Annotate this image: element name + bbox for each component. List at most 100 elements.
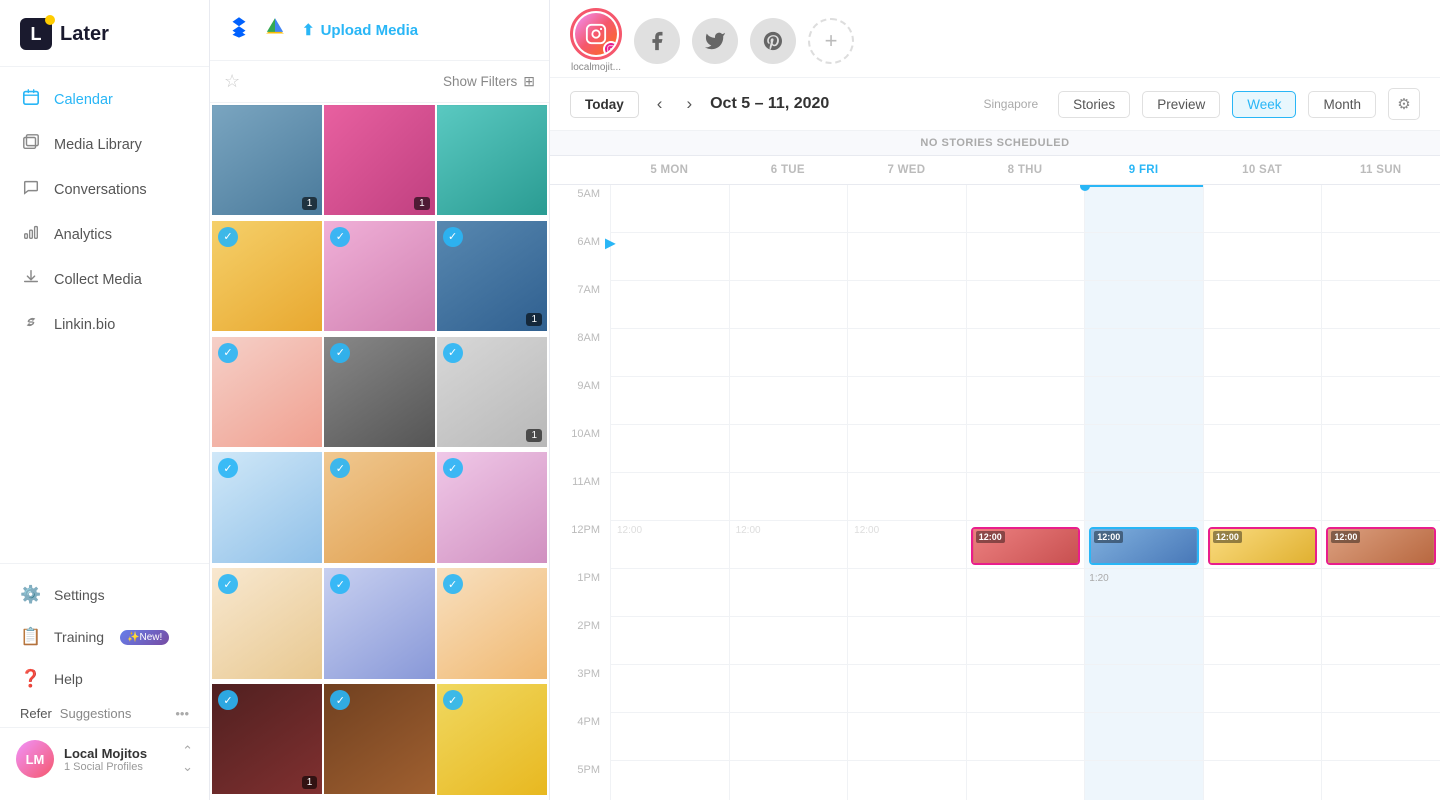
day-cell[interactable] [847,761,966,800]
day-cell[interactable] [1084,425,1203,473]
scheduled-post[interactable]: 12:00 [971,527,1081,565]
media-thumb[interactable] [437,105,547,215]
media-thumb[interactable]: ✓ [324,684,434,794]
day-cell[interactable] [1084,713,1203,761]
day-cell[interactable] [847,713,966,761]
sidebar-item-media-library[interactable]: Media Library [0,122,209,167]
sidebar-item-linkin-bio[interactable]: Linkin.bio [0,302,209,347]
day-cell[interactable] [966,377,1085,425]
day-cell[interactable] [1321,329,1440,377]
week-view-button[interactable]: Week [1232,91,1296,118]
day-cell[interactable] [966,329,1085,377]
day-cell[interactable] [847,569,966,617]
day-cell[interactable] [1203,761,1322,800]
media-thumb[interactable]: ✓ [324,568,434,678]
day-cell[interactable] [729,569,848,617]
day-cell[interactable]: 12:00 [1321,521,1440,569]
day-cell[interactable] [1084,665,1203,713]
show-filters-button[interactable]: Show Filters ⊞ [443,73,535,90]
day-cell[interactable] [1321,761,1440,800]
day-cell[interactable] [729,185,848,233]
day-cell[interactable] [729,377,848,425]
day-cell[interactable]: 12:00 [610,521,729,569]
day-cell[interactable] [966,713,1085,761]
today-button[interactable]: Today [570,91,639,118]
next-week-button[interactable]: › [680,90,698,118]
day-cell[interactable] [1084,473,1203,521]
media-thumb[interactable]: ✓ [212,452,322,562]
media-thumb[interactable]: ✓ [324,452,434,562]
media-thumb[interactable]: ✓ 1 [437,221,547,331]
profile-twitter[interactable] [692,18,738,64]
suggestions-label[interactable]: Suggestions [60,706,132,721]
day-cell[interactable] [610,569,729,617]
add-profile-button[interactable]: + [808,18,854,64]
media-thumb[interactable]: ✓ 1 [437,337,547,447]
day-cell[interactable] [966,473,1085,521]
day-cell[interactable] [1321,185,1440,233]
day-cell[interactable] [1084,233,1203,281]
day-cell[interactable]: 12:00 [1203,521,1322,569]
day-cell[interactable] [729,713,848,761]
profile-instagram[interactable]: localmojit... [570,8,622,73]
day-cell[interactable] [1203,569,1322,617]
scheduled-post[interactable]: 12:00 [1089,527,1199,565]
sidebar-item-analytics[interactable]: Analytics [0,212,209,257]
more-button[interactable]: ••• [175,706,189,721]
day-cell[interactable] [610,185,729,233]
day-cell[interactable] [610,377,729,425]
scheduled-post[interactable]: 12:00 [1326,527,1436,565]
media-thumb[interactable]: ✓ [324,221,434,331]
calendar-settings-button[interactable]: ⚙ [1388,88,1420,120]
month-view-button[interactable]: Month [1308,91,1376,118]
dropbox-icon[interactable] [226,14,252,46]
day-cell[interactable] [729,473,848,521]
day-cell[interactable] [1203,713,1322,761]
day-cell[interactable] [966,233,1085,281]
day-cell[interactable] [1203,233,1322,281]
day-cell[interactable] [1203,377,1322,425]
profile-facebook[interactable] [634,18,680,64]
day-cell[interactable] [729,329,848,377]
profile-pinterest[interactable] [750,18,796,64]
day-cell[interactable] [610,761,729,800]
day-cell[interactable] [729,425,848,473]
refer-label[interactable]: Refer [20,706,52,721]
day-cell[interactable]: 12:00 [966,521,1085,569]
star-button[interactable]: ☆ [224,71,240,92]
day-cell[interactable] [1203,281,1322,329]
day-cell[interactable] [1321,377,1440,425]
day-cell[interactable] [729,233,848,281]
day-cell[interactable]: 12:00 [1084,521,1203,569]
day-cell[interactable] [847,425,966,473]
day-cell[interactable] [610,473,729,521]
day-cell[interactable] [1321,425,1440,473]
day-cell[interactable] [1321,713,1440,761]
media-thumb[interactable]: ✓ [212,337,322,447]
day-cell[interactable] [610,617,729,665]
day-cell[interactable] [1084,617,1203,665]
day-cell[interactable] [610,281,729,329]
day-cell[interactable]: 12:00 [729,521,848,569]
day-cell[interactable] [1084,377,1203,425]
day-cell[interactable] [1321,233,1440,281]
day-cell[interactable] [1084,329,1203,377]
day-cell[interactable] [1203,425,1322,473]
day-cell[interactable] [729,281,848,329]
day-cell[interactable] [610,665,729,713]
day-cell[interactable] [729,761,848,800]
day-cell[interactable] [1321,281,1440,329]
media-thumb[interactable]: ✓ [437,568,547,678]
day-cell[interactable] [966,185,1085,233]
media-thumb[interactable]: 1 [212,105,322,215]
day-cell[interactable] [610,713,729,761]
day-cell[interactable] [1203,329,1322,377]
day-cell[interactable] [966,569,1085,617]
sidebar-item-settings[interactable]: ⚙️ Settings [0,574,209,616]
prev-week-button[interactable]: ‹ [651,90,669,118]
day-cell[interactable] [847,185,966,233]
day-cell[interactable] [1203,185,1322,233]
day-cell[interactable] [1084,185,1203,233]
sidebar-item-calendar[interactable]: Calendar [0,77,209,122]
day-cell[interactable] [847,617,966,665]
